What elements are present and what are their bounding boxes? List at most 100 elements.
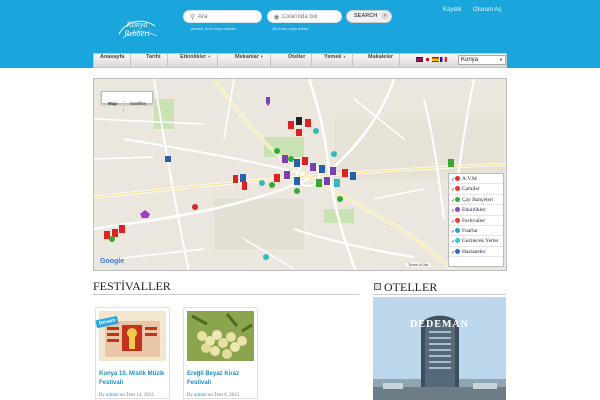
layer-label: A.V.M <box>462 176 477 182</box>
layer-item-camiler[interactable]: ✓ Camiler <box>449 184 503 195</box>
nav-label: Yemek <box>324 54 342 60</box>
search-where-input[interactable] <box>282 11 352 22</box>
city-select[interactable]: Konya ▼ <box>458 55 506 65</box>
search-what-box[interactable]: ⚲ <box>183 10 268 23</box>
flag-es-icon[interactable] <box>432 57 439 62</box>
avm-marker-icon <box>455 176 460 181</box>
search-where-box[interactable]: ◉ <box>267 10 352 23</box>
map-marker[interactable] <box>305 119 311 127</box>
map-marker[interactable] <box>109 236 115 242</box>
login-link[interactable]: Oturum Aç <box>473 7 501 13</box>
layer-label: Gezilecek Yerler <box>462 238 499 245</box>
layer-item-festivaller[interactable]: ✓ Festivaller <box>449 216 503 226</box>
map-type-map-button[interactable]: Map <box>102 101 124 112</box>
map-marker[interactable] <box>288 121 294 129</box>
map-marker[interactable] <box>274 148 280 154</box>
event-marker-icon <box>455 207 460 213</box>
author-link[interactable]: admin <box>194 393 207 398</box>
nav-item-mekanlar[interactable]: Mekanlar▼ <box>229 54 271 67</box>
layer-item-cay-bahceleri[interactable]: ✓ Çay Bahçeleri <box>449 195 503 206</box>
map-marker[interactable] <box>310 163 316 171</box>
map-marker[interactable] <box>165 156 171 162</box>
map-marker[interactable] <box>302 157 308 165</box>
map-marker[interactable] <box>324 177 330 185</box>
map-marker[interactable] <box>448 159 454 167</box>
map-marker[interactable] <box>140 210 150 218</box>
layer-item-etkinlikler[interactable]: ✓ Etkinlikler <box>449 205 503 216</box>
map-marker[interactable] <box>316 179 322 187</box>
map-marker[interactable] <box>233 175 238 183</box>
nav-item-oteller[interactable]: Oteller <box>282 54 313 67</box>
layer-item-fuarlar[interactable]: ✓ Fuarlar <box>449 226 503 237</box>
map-marker[interactable] <box>294 177 300 185</box>
post-date: Tem 14, 2013 <box>126 393 154 398</box>
map-marker[interactable] <box>294 159 300 167</box>
nav-item-makaleler[interactable]: Makaleler <box>362 54 401 67</box>
map-marker[interactable] <box>330 167 336 175</box>
on-label: on <box>207 393 213 398</box>
flag-fr-icon[interactable] <box>440 57 447 62</box>
city-select-value: Konya <box>461 57 479 63</box>
festivals-title: FESTİVALLER <box>93 279 171 293</box>
flag-tr-icon[interactable] <box>424 57 431 62</box>
festival-card[interactable]: Devam Konya 10. Mistik Müzik Festivali B… <box>95 307 170 399</box>
map-marker[interactable] <box>334 179 340 187</box>
map-marker[interactable] <box>112 229 118 237</box>
mosque-marker-icon <box>455 186 460 192</box>
festival-card[interactable]: Ereğli Beyaz Kiraz Festivali By admin on… <box>183 307 258 399</box>
map-marker[interactable] <box>337 196 343 202</box>
register-link[interactable]: Kaydol <box>443 7 461 13</box>
map-terms-link[interactable]: Terms of Use <box>406 263 431 267</box>
map-marker[interactable] <box>259 180 265 186</box>
layer-item-avm[interactable]: ✓ A.V.M <box>449 174 503 185</box>
nav-item-tarihi[interactable]: Tarihi <box>140 54 168 67</box>
festival-title-link[interactable]: Ereğli Beyaz Kiraz Festivali <box>187 370 257 388</box>
map-marker[interactable] <box>192 204 198 210</box>
main-nav: Anasayfa Tarihi Etkinlikler▼ Mekanlar▼ O… <box>93 53 507 68</box>
map-marker[interactable] <box>284 171 290 179</box>
map-marker[interactable] <box>282 155 288 163</box>
nav-item-etkinlikler[interactable]: Etkinlikler▼ <box>174 54 219 67</box>
search-what-input[interactable] <box>198 11 268 22</box>
map-marker[interactable] <box>296 117 302 125</box>
flag-uk-icon[interactable] <box>416 57 423 62</box>
map-marker[interactable] <box>319 165 325 173</box>
map-marker[interactable] <box>313 128 319 134</box>
map-marker[interactable] <box>269 182 275 188</box>
site-logo[interactable]: Konya Rehberi <box>113 12 161 44</box>
map-marker[interactable] <box>119 225 125 233</box>
nav-item-yemek[interactable]: Yemek▼ <box>318 54 354 67</box>
map-marker[interactable] <box>242 182 247 190</box>
layer-item-gezilecek-yerler[interactable]: ✓ Gezilecek Yerler <box>449 236 503 247</box>
festival-title-link[interactable]: Konya 10. Mistik Müzik Festivali <box>99 370 169 388</box>
festival-image <box>187 311 254 361</box>
nav-label: Oteller <box>288 54 306 60</box>
layer-label: Camiler <box>462 186 480 193</box>
hotel-section-icon <box>374 283 381 290</box>
layer-item-hastaneler[interactable]: ✓ Hastaneler <box>449 247 503 258</box>
map-marker[interactable] <box>342 169 348 177</box>
layer-list-scrollbar[interactable] <box>504 173 506 267</box>
google-logo-text: Google <box>100 258 125 265</box>
map-marker[interactable] <box>294 188 300 194</box>
nav-item-anasayfa[interactable]: Anasayfa <box>94 54 132 67</box>
map-marker[interactable] <box>331 151 337 157</box>
author-link[interactable]: admin <box>106 393 119 398</box>
map-marker[interactable] <box>266 97 270 106</box>
festival-meta: By admin on Tem 14, 2013 <box>99 393 154 398</box>
logo-text: Konya Rehberi <box>124 20 150 38</box>
hospital-marker-icon <box>455 248 460 254</box>
map-marker[interactable] <box>274 174 280 182</box>
map-marker[interactable] <box>263 254 269 260</box>
map-type-satellite-button[interactable]: Satellite <box>124 101 152 112</box>
hotel-image[interactable]: DEDEMAN <box>373 297 506 400</box>
map-marker[interactable] <box>288 156 294 162</box>
map-type-toggle: Map Satellite <box>101 91 154 112</box>
layer-label: Hastaneler <box>462 248 486 255</box>
map-marker[interactable] <box>104 231 110 239</box>
map-marker[interactable] <box>240 174 246 182</box>
map-marker[interactable] <box>350 172 356 180</box>
map-marker[interactable] <box>296 129 302 136</box>
search-button[interactable]: SEARCH › <box>346 10 392 23</box>
map-view[interactable]: Map Satellite Google Terms of Use ✓ A.V.M … <box>93 78 507 271</box>
